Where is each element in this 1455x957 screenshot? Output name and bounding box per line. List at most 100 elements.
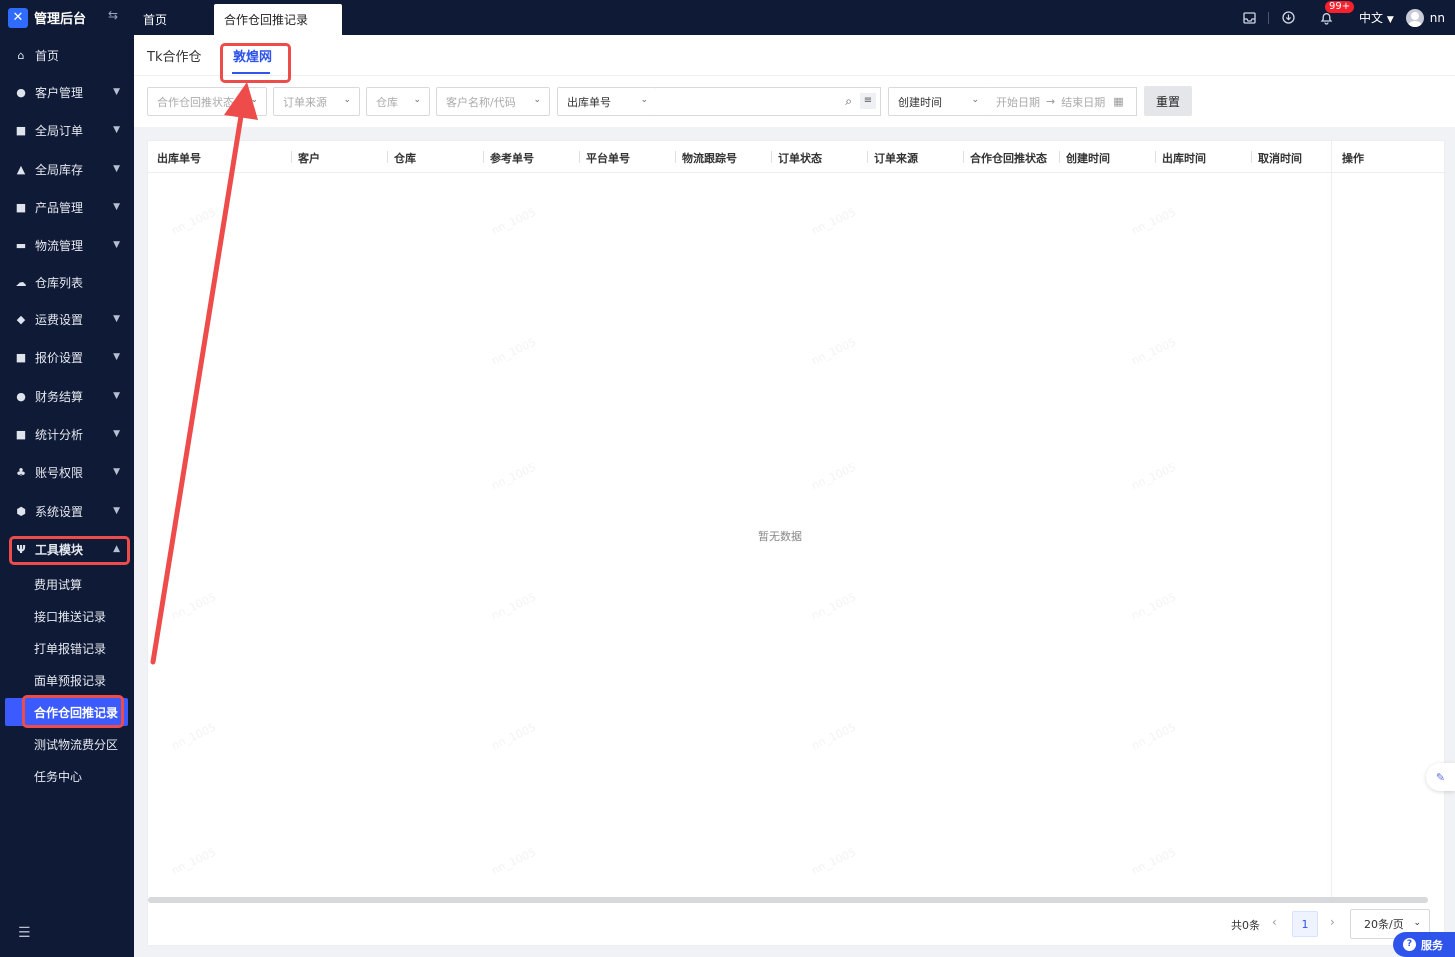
sidebar-subitem-test-zones[interactable]: 测试物流费分区 [0,730,134,758]
swap-icon[interactable]: ⇆ [108,8,118,22]
fixed-column-divider [1331,141,1332,898]
reset-button[interactable]: 重置 [1144,86,1192,116]
page-tabs: 首页 合作仓回推记录 [134,0,342,35]
filter-bar: 合作仓回推状态 ⌄ 订单来源 ⌄ 仓库 ⌄ 客户名称/代码 ⌄ 出库单号 ⌄ ⌕ ≡ 创建… [134,75,1455,127]
tab-home-label: 首页 [143,13,168,27]
sidebar-item-tools[interactable]: Ψ 工具模块 ▲ [0,534,134,564]
search-input[interactable]: ⌕ ≡ [656,87,881,116]
column-divider [1059,151,1060,163]
sidebar-item-freight[interactable]: ◆ 运费设置 ▼ [0,304,134,334]
column-header[interactable]: 合作仓回推状态 [970,150,1047,166]
column-header-actions: 操作 [1342,152,1364,165]
order-source-select[interactable]: 订单来源 ⌄ [273,87,360,116]
sidebar-subitem-api-push[interactable]: 接口推送记录 [0,602,134,630]
chevron-down-icon: ▼ [113,467,120,477]
sidebar-item-products[interactable]: ■ 产品管理 ▼ [0,192,134,222]
search-type-value: 出库单号 [567,95,611,109]
sidebar-subitem-label: 合作仓回推记录 [34,705,119,720]
column-header[interactable]: 出库单号 [157,150,201,166]
chevron-down-icon: ▼ [113,202,120,212]
column-divider [771,151,772,163]
column-header[interactable]: 出库时间 [1162,150,1206,166]
chevron-down-icon: ▼ [113,240,120,250]
avatar[interactable] [1405,8,1424,27]
end-date-input[interactable]: 结束日期 [1061,94,1105,110]
sidebar-subitem-fee-calc[interactable]: 费用试算 [0,570,134,598]
column-header[interactable]: 物流跟踪号 [682,150,737,166]
language-select[interactable]: 中文 ▼ [1359,9,1394,26]
tab-partner-pushback-label: 合作仓回推记录 [224,13,309,27]
column-divider [963,151,964,163]
data-table: 出库单号 客户 仓库 参考单号 平台单号 物流跟踪号 订单状态 订单来源 合作仓… [147,140,1446,946]
inbox-icon[interactable] [1240,9,1258,27]
sidebar-item-label: 运费设置 [35,312,84,327]
tool-icon: Ψ [16,542,26,556]
page-number[interactable]: 1 [1292,911,1318,937]
sidebar-item-warehouses[interactable]: ☁ 仓库列表 [0,267,134,297]
customer-placeholder: 客户名称/代码 [446,95,516,109]
sidebar-subitem-label-forecast[interactable]: 面单预报记录 [0,666,134,694]
sidebar-item-label: 首页 [35,48,60,63]
download-icon[interactable] [1279,9,1297,27]
warehouse-icon: ☁ [15,275,27,289]
column-divider [579,151,580,163]
column-header[interactable]: 取消时间 [1258,150,1302,166]
column-divider [675,151,676,163]
batch-input-icon[interactable]: ≡ [860,93,876,109]
search-icon[interactable]: ⌕ [845,94,852,109]
customer-select[interactable]: 客户名称/代码 ⌄ [436,87,550,116]
sidebar-item-label: 物流管理 [35,238,84,253]
sidebar-item-stats[interactable]: ■ 统计分析 ▼ [0,419,134,449]
date-range-picker[interactable]: 开始日期 → 结束日期 ▦ [987,87,1137,116]
subtab-tk-partner[interactable]: Tk合作仓 [147,46,201,65]
floating-translate-icon[interactable]: ✎ [1426,763,1455,791]
column-header[interactable]: 订单状态 [778,150,822,166]
column-header[interactable]: 客户 [298,150,320,166]
warehouse-select[interactable]: 仓库 ⌄ [366,87,430,116]
sidebar-item-label: 全局库存 [35,162,84,177]
column-header[interactable]: 仓库 [394,150,416,166]
sidebar-item-home[interactable]: ⌂ 首页 [0,40,134,70]
sidebar-item-quotes[interactable]: ■ 报价设置 ▼ [0,342,134,372]
date-type-select[interactable]: 创建时间 ⌄ [888,87,988,116]
sidebar-subitem-task-center[interactable]: 任务中心 [0,762,134,790]
chevron-left-icon[interactable]: ‹ [1272,915,1277,929]
sidebar-item-label: 统计分析 [35,427,84,442]
column-header[interactable]: 创建时间 [1066,150,1110,166]
sidebar-item-label: 全局订单 [35,123,84,138]
service-button[interactable]: ? 服务 [1393,932,1455,957]
sidebar-item-label: 系统设置 [35,504,84,519]
start-date-input[interactable]: 开始日期 [996,94,1040,110]
calendar-icon: ▦ [1113,95,1124,108]
column-divider [1155,151,1156,163]
pushback-status-select[interactable]: 合作仓回推状态 ⌄ [147,87,267,116]
horizontal-scrollbar[interactable] [148,897,1428,903]
sidebar-item-inventory[interactable]: ▲ 全局库存 ▼ [0,154,134,184]
bell-icon[interactable]: 99+ [1317,0,1355,27]
home-icon: ⌂ [17,48,25,62]
chevron-down-icon: ⌄ [971,95,979,105]
username[interactable]: nn [1430,11,1445,25]
sidebar-item-settings[interactable]: ⬢ 系统设置 ▼ [0,496,134,526]
subtab-dhgate[interactable]: 敦煌网 [233,46,272,65]
sidebar-item-logistics[interactable]: ▬ 物流管理 ▼ [0,230,134,260]
column-header[interactable]: 平台单号 [586,150,630,166]
column-header[interactable]: 参考单号 [490,150,534,166]
chevron-right-icon[interactable]: › [1330,915,1335,929]
column-divider [1251,151,1252,163]
sidebar-item-finance[interactable]: ● 财务结算 ▼ [0,381,134,411]
sidebar-subitem-print-errors[interactable]: 打单报错记录 [0,634,134,662]
chevron-down-icon: ⌄ [413,95,421,105]
sidebar-item-accounts[interactable]: ♣ 账号权限 ▼ [0,457,134,487]
sidebar-item-orders[interactable]: ■ 全局订单 ▼ [0,115,134,145]
menu-toggle-icon[interactable]: ☰ [18,925,31,941]
search-type-select[interactable]: 出库单号 ⌄ [557,87,657,116]
finance-icon: ● [16,389,26,403]
tab-partner-pushback[interactable]: 合作仓回推记录 [214,4,342,35]
column-header[interactable]: 订单来源 [874,150,918,166]
sidebar-item-customers[interactable]: ● 客户管理 ▼ [0,77,134,107]
language-label: 中文 [1359,11,1384,25]
chevron-down-icon: ▼ [113,125,120,135]
sidebar-subitem-partner-pushback[interactable]: 合作仓回推记录 [5,698,128,726]
tab-home[interactable]: 首页 [134,4,214,35]
